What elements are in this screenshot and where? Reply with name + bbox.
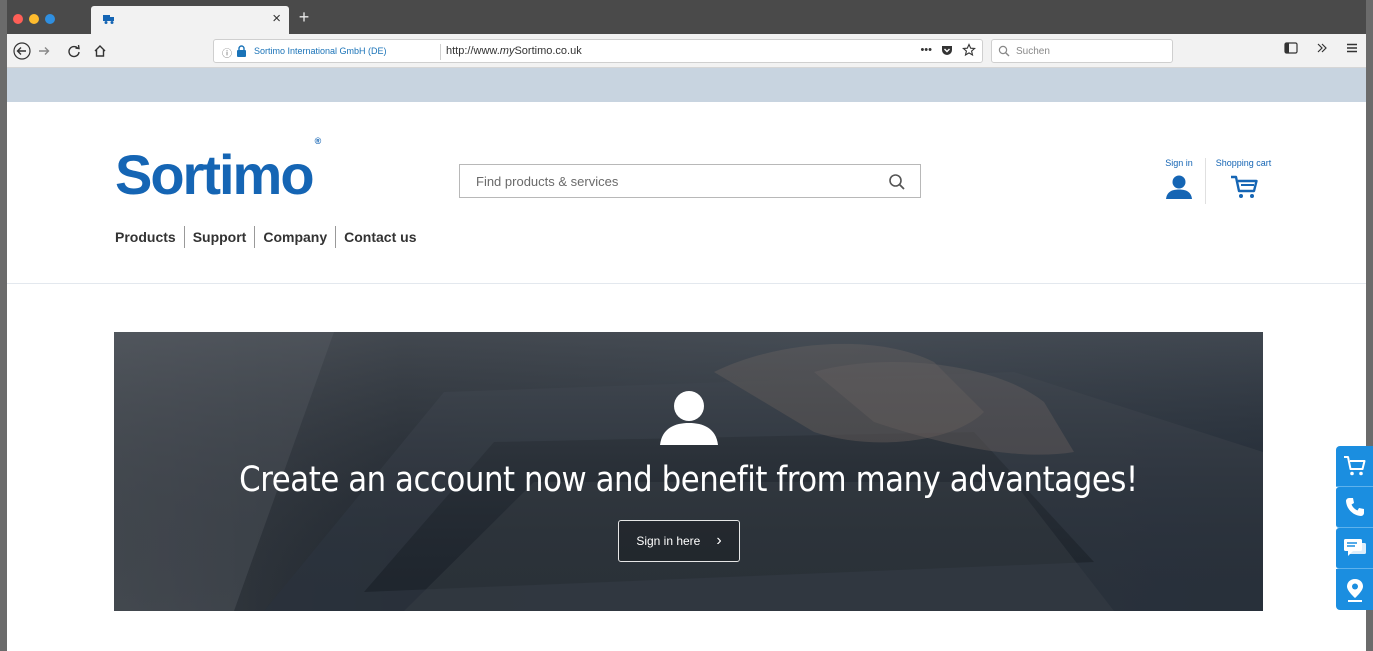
rail-location-button[interactable] [1336,569,1373,610]
toolbar-right [1284,42,1358,54]
site-search [459,164,921,198]
shopping-cart-link[interactable]: Shopping cart [1205,158,1281,204]
logo-text: Sortimo [115,143,315,206]
bookmarks-bar [7,68,1366,102]
reload-button[interactable] [63,40,85,62]
reload-icon [68,44,80,58]
url-suffix: Sortimo.co.uk [514,45,582,57]
nav-item-support[interactable]: Support [183,226,255,248]
hero-banner: Create an account now and benefit from m… [114,332,1263,611]
home-icon [94,45,106,57]
url-bar[interactable]: ⓘ Sortimo International GmbH (DE) http:/… [213,39,983,63]
forward-arrow-icon [39,47,50,55]
sign-in-label: Sign in [1165,158,1193,168]
sign-in-here-label: Sign in here [636,534,701,548]
hero-title: Create an account now and benefit from m… [239,460,1138,500]
browser-window: × + ⓘ Sortimo International GmbH (DE) ht… [0,0,1373,651]
browser-search-placeholder: Suchen [1016,46,1050,57]
site-header: Sortimo® Products Support Company Contac… [7,102,1366,284]
close-window-button[interactable] [13,14,23,24]
page-actions-button[interactable]: ••• [920,44,932,56]
site-search-input[interactable] [460,165,880,197]
user-icon [660,391,718,445]
chat-icon [1343,539,1366,556]
back-button[interactable] [11,40,33,62]
user-icon [1166,175,1192,199]
phone-icon [1345,498,1364,516]
cart-icon [1230,175,1258,198]
search-icon[interactable] [888,173,906,191]
site-identity[interactable]: Sortimo International GmbH (DE) [254,46,387,56]
pocket-icon[interactable] [940,43,954,57]
nav-item-contact-us[interactable]: Contact us [335,226,424,248]
lock-icon [237,45,246,57]
cart-icon [1343,456,1365,476]
back-arrow-icon [13,42,31,60]
sign-in-link[interactable]: Sign in [1159,158,1199,205]
bookmark-star-icon[interactable] [962,43,976,57]
shopping-cart-label: Shopping cart [1215,158,1272,168]
window-controls [13,14,55,24]
sign-in-here-button[interactable]: Sign in here › [618,520,740,562]
nav-item-products[interactable]: Products [115,226,184,248]
url-prefix: http://www. [446,45,500,57]
info-icon[interactable]: ⓘ [222,45,232,60]
forward-button[interactable] [33,40,55,62]
zoom-window-button[interactable] [45,14,55,24]
url-text[interactable]: http://www.mySortimo.co.uk [446,45,582,57]
rail-chat-button[interactable] [1336,528,1373,569]
minimize-window-button[interactable] [29,14,39,24]
location-icon [1346,578,1363,602]
sidebar-icon[interactable] [1284,42,1298,54]
rail-phone-button[interactable] [1336,487,1373,528]
url-emphasis: my [499,45,515,57]
browser-tab[interactable]: × [91,6,289,34]
truck-icon [103,15,114,24]
new-tab-button[interactable]: + [293,6,315,28]
tab-strip: × + [7,0,1366,34]
rail-cart-button[interactable] [1336,446,1373,487]
close-tab-button[interactable]: × [272,11,281,27]
chevron-right-icon: › [716,532,722,549]
overflow-chevron-icon[interactable] [1316,42,1328,54]
url-separator [440,44,441,60]
url-actions: ••• [920,43,976,57]
browser-search-bar[interactable]: Suchen [991,39,1173,63]
nav-item-company[interactable]: Company [254,226,335,248]
browser-toolbar: ⓘ Sortimo International GmbH (DE) http:/… [7,34,1366,68]
sortimo-logo[interactable]: Sortimo® [115,136,321,207]
side-quick-links [1336,446,1373,610]
home-button[interactable] [89,40,111,62]
search-icon [998,45,1010,57]
logo-registered-mark: ® [314,136,322,147]
main-nav: Products Support Company Contact us [115,226,424,248]
menu-icon[interactable] [1346,42,1358,54]
